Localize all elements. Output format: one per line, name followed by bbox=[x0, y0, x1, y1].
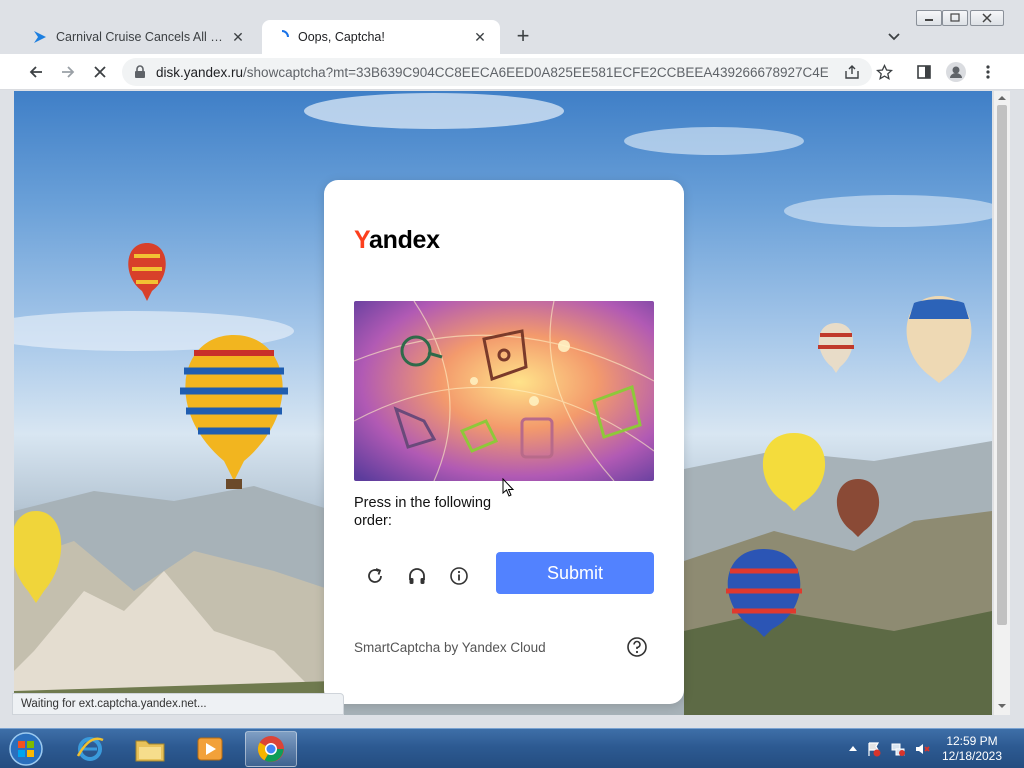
yandex-logo: Yandex bbox=[354, 226, 440, 255]
audio-headphones-icon bbox=[409, 568, 425, 584]
captcha-card: Yandex Press in the following order: Sub… bbox=[324, 180, 684, 704]
new-tab-button[interactable]: + bbox=[510, 24, 536, 50]
lock-icon bbox=[135, 65, 145, 78]
mouse-cursor-icon bbox=[502, 478, 515, 497]
vertical-scrollbar[interactable] bbox=[993, 91, 1010, 715]
arrow-left-icon bbox=[29, 66, 42, 78]
bookmark-button[interactable] bbox=[872, 60, 896, 84]
tab-captcha[interactable]: Oops, Captcha! ✕ bbox=[262, 20, 500, 54]
info-button[interactable] bbox=[446, 563, 472, 589]
captcha-footer: SmartCaptcha by Yandex Cloud bbox=[354, 640, 546, 655]
refresh-icon bbox=[368, 568, 382, 583]
chrome-icon bbox=[257, 736, 284, 762]
tab-carnival[interactable]: Carnival Cruise Cancels All Ports... ✕ bbox=[22, 20, 258, 54]
close-icon[interactable]: ✕ bbox=[472, 29, 488, 45]
tab-title: Carnival Cruise Cancels All Ports... bbox=[56, 30, 226, 44]
url-host: disk.yandex.ru bbox=[156, 64, 244, 80]
close-icon bbox=[94, 66, 106, 78]
audio-captcha-button[interactable] bbox=[404, 563, 430, 589]
show-hidden-icons-icon[interactable] bbox=[845, 741, 861, 757]
tab-strip: Carnival Cruise Cancels All Ports... ✕ O… bbox=[0, 0, 1024, 54]
window-close-button[interactable] bbox=[970, 10, 1004, 26]
tab-title: Oops, Captcha! bbox=[298, 30, 385, 44]
taskbar-app-media[interactable] bbox=[184, 731, 236, 767]
side-panel-button[interactable] bbox=[912, 60, 936, 84]
yandex-disk-favicon bbox=[34, 31, 46, 43]
avatar-icon bbox=[946, 62, 966, 82]
menu-button[interactable] bbox=[976, 60, 1000, 84]
logo-rest: andex bbox=[369, 226, 440, 254]
balloon bbox=[180, 335, 288, 489]
arrow-right-icon bbox=[62, 66, 75, 78]
media-player-icon bbox=[197, 737, 223, 761]
volume-muted-icon[interactable] bbox=[914, 741, 930, 757]
scroll-thumb[interactable] bbox=[997, 105, 1007, 625]
share-icon bbox=[845, 65, 859, 79]
share-button[interactable] bbox=[840, 60, 864, 84]
clock-time: 12:59 PM bbox=[946, 734, 998, 748]
url-path: /showcaptcha?mt=33B639C904CC8EECA6EED0A8… bbox=[243, 64, 828, 80]
browser-toolbar: disk.yandex.ru/showcaptcha?mt=33B639C904… bbox=[0, 54, 1024, 90]
captcha-image[interactable] bbox=[354, 301, 654, 481]
page-viewport: Yandex Press in the following order: Sub… bbox=[14, 91, 992, 715]
loading-spinner-icon bbox=[281, 30, 289, 38]
refresh-button[interactable] bbox=[362, 563, 388, 589]
profile-button[interactable] bbox=[944, 60, 968, 84]
taskbar-app-explorer[interactable] bbox=[124, 731, 176, 767]
star-icon bbox=[875, 63, 893, 80]
network-icon[interactable] bbox=[890, 741, 906, 757]
captcha-instruction: Press in the following order: bbox=[354, 495, 492, 529]
scroll-up-icon[interactable] bbox=[994, 93, 1010, 103]
captcha-puzzle-image bbox=[354, 301, 654, 481]
chevron-down-icon[interactable] bbox=[883, 25, 905, 47]
maximize-button[interactable] bbox=[942, 10, 968, 26]
action-center-flag-icon[interactable] bbox=[866, 741, 882, 757]
info-icon bbox=[450, 567, 468, 585]
taskbar-app-chrome[interactable] bbox=[245, 731, 297, 767]
side-panel-icon bbox=[917, 65, 931, 79]
file-explorer-icon bbox=[135, 740, 165, 762]
system-clock[interactable]: 12:59 PM 12/18/2023 bbox=[932, 734, 1012, 764]
balloon bbox=[906, 296, 972, 383]
internet-explorer-icon bbox=[76, 737, 104, 761]
taskbar: 12:59 PM 12/18/2023 bbox=[0, 728, 1024, 768]
back-button[interactable] bbox=[24, 60, 48, 84]
clock-date: 12/18/2023 bbox=[941, 749, 1003, 763]
balloon bbox=[128, 243, 166, 301]
browser-window: Carnival Cruise Cancels All Ports... ✕ O… bbox=[0, 0, 1024, 728]
help-icon[interactable] bbox=[626, 636, 648, 658]
scroll-down-icon[interactable] bbox=[994, 701, 1010, 711]
submit-button[interactable]: Submit bbox=[496, 552, 654, 594]
address-bar[interactable]: disk.yandex.ru/showcaptcha?mt=33B639C904… bbox=[122, 58, 872, 86]
more-vertical-icon bbox=[986, 65, 990, 79]
start-button[interactable] bbox=[6, 730, 46, 768]
balloon bbox=[818, 323, 854, 373]
windows-start-icon bbox=[9, 732, 43, 766]
stop-loading-button[interactable] bbox=[88, 60, 112, 84]
logo-letter: Y bbox=[354, 226, 369, 254]
status-bar: Waiting for ext.captcha.yandex.net... bbox=[12, 693, 344, 715]
forward-button[interactable] bbox=[56, 60, 80, 84]
close-icon[interactable]: ✕ bbox=[230, 29, 246, 45]
taskbar-app-ie[interactable] bbox=[64, 731, 116, 767]
url-text: disk.yandex.ru/showcaptcha?mt=33B639C904… bbox=[156, 65, 828, 80]
minimize-button[interactable] bbox=[916, 10, 942, 26]
